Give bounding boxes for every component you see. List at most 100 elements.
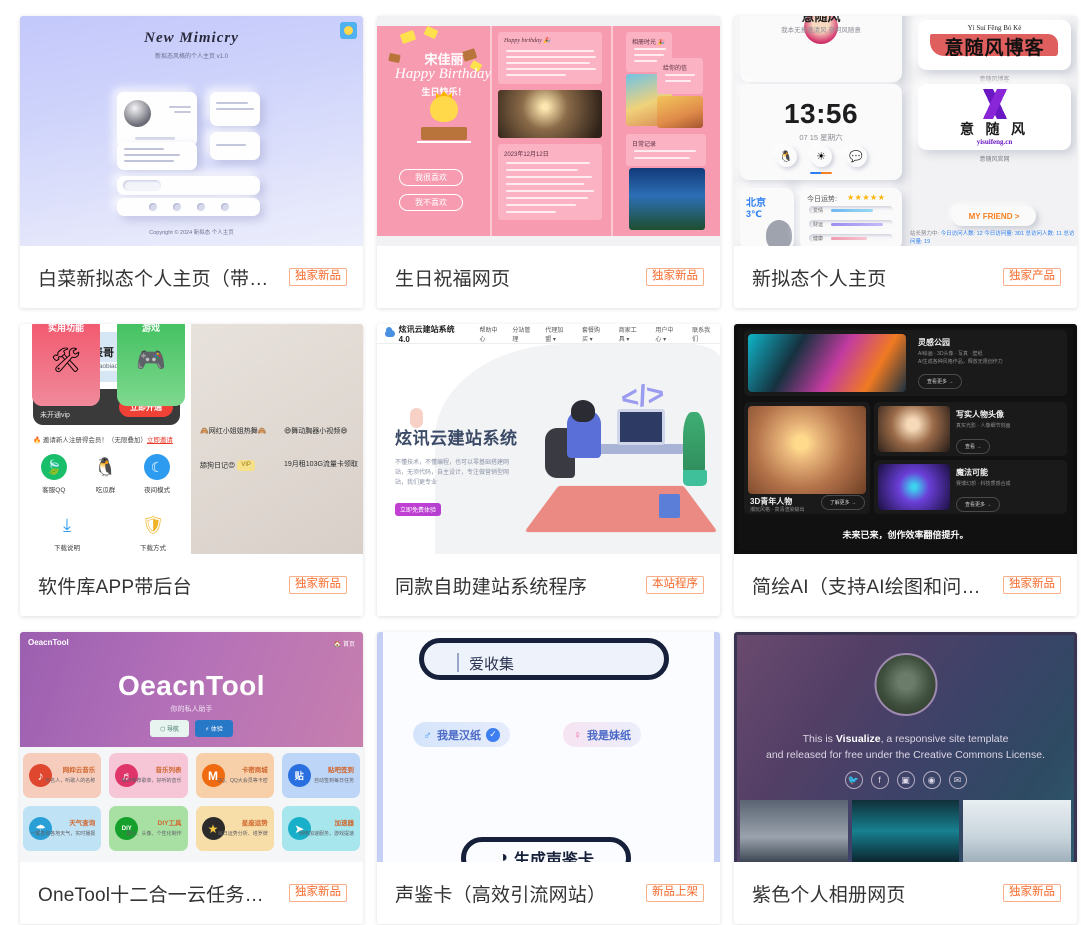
thumbnail-app-library[interactable]: 大表哥 ID: daobiaoge VIP状态： 未开通vip 立即开通 🔥 邀… bbox=[20, 324, 363, 554]
tool-card[interactable]: M 卡密商城 QQ、QQ大会员等卡密 bbox=[195, 753, 274, 798]
thumbnail-ai-gallery[interactable]: 灵感公园 AI绘画 · 3D头像 · 写真 · 壁纸 AI生成各种风格作品，释放… bbox=[734, 324, 1077, 554]
thumbnail-birthday[interactable]: 宋佳丽 Happy Birthday 生日快乐！ 我很喜欢 我不喜欢 Happy… bbox=[377, 16, 720, 246]
thumb-subheading: 新拟态风格的个人主页 v1.0 bbox=[154, 54, 228, 60]
tile-games[interactable]: 游戏 🎮 bbox=[117, 324, 185, 406]
product-card[interactable]: 爱收集 ♂ 我是汉纸 ✓ ♀ 我是妹纸 ◑ 生成声鉴卡 声鉴卡（高效引流网站） … bbox=[377, 632, 720, 924]
gallery-photo[interactable] bbox=[740, 800, 848, 862]
tagline-suffix: , a responsive site template bbox=[880, 733, 1009, 745]
night-mode-item[interactable]: ☾ 夜间模式 bbox=[134, 454, 180, 494]
product-card[interactable]: 灵感公园 AI绘画 · 3D头像 · 写真 · 壁纸 AI生成各种风格作品，释放… bbox=[734, 324, 1077, 616]
gender-option-male[interactable]: ♂ 我是汉纸 ✓ bbox=[413, 722, 510, 747]
text-line bbox=[124, 154, 180, 156]
star-rating: ★★★★★ bbox=[847, 193, 886, 202]
product-card[interactable]: 意随风 我本无意逐清风 奈何风随意 13:56 07 15 星期六 🐧 ☀ 💬 … bbox=[734, 16, 1077, 308]
nav-item[interactable]: 代理加盟 ▾ bbox=[545, 325, 569, 343]
sun-icon[interactable]: ☀ bbox=[810, 146, 832, 167]
wechat-icon[interactable]: 💬 bbox=[845, 146, 867, 167]
link-item[interactable]: 🙈网红小姐姐热舞🙈 bbox=[200, 427, 276, 438]
product-card[interactable]: This is Visualize, a responsive site tem… bbox=[734, 632, 1077, 924]
generate-button[interactable]: ◑ 生成声鉴卡 bbox=[461, 837, 631, 862]
gallery-photo[interactable] bbox=[851, 800, 960, 862]
ai-art-image bbox=[748, 334, 906, 392]
vip-status: 未开通vip bbox=[40, 412, 70, 419]
thumbnail-yisuifeng[interactable]: 意随风 我本无意逐清风 奈何风随意 13:56 07 15 星期六 🐧 ☀ 💬 … bbox=[734, 16, 1077, 246]
facebook-icon[interactable]: f bbox=[870, 771, 889, 789]
product-card[interactable]: OeacnTool 🏠 首页 OeacnTool 你的私人助手 ⬡ 导航 ⚡ 体… bbox=[20, 632, 363, 924]
item-desc: 真实光影 · 人像细节刻画 bbox=[956, 423, 1011, 429]
tool-desc: 每日运势分析、塔罗牌 bbox=[217, 831, 268, 837]
service-qq-item[interactable]: 🍃 客服QQ bbox=[31, 454, 77, 494]
link-item[interactable]: 舔狗日记😍 VIP bbox=[200, 460, 260, 472]
nav-item[interactable]: 联系我们 bbox=[692, 325, 712, 343]
tool-card[interactable]: 贴 贴吧签到 自动签到每日任务 bbox=[281, 753, 360, 798]
link-item[interactable]: 😄舞动胸器小视频😄 bbox=[284, 427, 360, 438]
thumbnail-oeacntool[interactable]: OeacnTool 🏠 首页 OeacnTool 你的私人助手 ⬡ 导航 ⚡ 体… bbox=[20, 632, 363, 862]
right-panel bbox=[191, 324, 363, 554]
thumbnail-shengjianka[interactable]: 爱收集 ♂ 我是汉纸 ✓ ♀ 我是妹纸 ◑ 生成声鉴卡 bbox=[377, 632, 720, 862]
product-card[interactable]: 炫讯云建站系统 4.0 帮助中心 分站管理 代理加盟 ▾ 套餐购买 ▾ 商家工具… bbox=[377, 324, 720, 616]
tool-card[interactable]: ☂ 天气查询 一键查询各地天气，实时播报 bbox=[23, 806, 102, 851]
vip-badge: VIP bbox=[237, 460, 255, 471]
nav-item[interactable]: 商家工具 ▾ bbox=[619, 325, 643, 343]
dislike-button[interactable]: 我不喜欢 bbox=[399, 194, 463, 211]
twitter-icon[interactable]: 🐦 bbox=[844, 771, 863, 789]
item-button[interactable]: 查看更多 → bbox=[918, 374, 963, 389]
dribbble-icon[interactable]: ◉ bbox=[922, 771, 941, 789]
product-card[interactable]: New Mimicry 新拟态风格的个人主页 v1.0 Copyright © … bbox=[20, 16, 363, 308]
card-meta: OneTool十二合一云任务… 独家新品 bbox=[20, 862, 363, 924]
tool-card[interactable]: ♪ 网抑云音乐 无名人，听歌人的名称 bbox=[23, 753, 102, 798]
card-title: 声鉴卡（高效引流网站） bbox=[395, 884, 607, 906]
instagram-icon[interactable]: ▣ bbox=[896, 771, 915, 789]
mail-icon[interactable]: ✉ bbox=[948, 771, 967, 789]
dot-icon bbox=[148, 203, 157, 211]
download-info-item[interactable]: ⤓ 下载说明 bbox=[44, 512, 90, 553]
thumbnail-site-builder[interactable]: 炫讯云建站系统 4.0 帮助中心 分站管理 代理加盟 ▾ 套餐购买 ▾ 商家工具… bbox=[377, 324, 720, 554]
hero-title: 炫讯云建站系统 bbox=[395, 429, 518, 448]
product-card[interactable]: 大表哥 ID: daobiaoge VIP状态： 未开通vip 立即开通 🔥 邀… bbox=[20, 324, 363, 616]
photo bbox=[629, 168, 705, 230]
note-heading: 相册时光 🎉 bbox=[632, 40, 666, 46]
qq-group-item[interactable]: 🐧 吃瓜群 bbox=[82, 454, 128, 495]
thumbnail-new-mimicry[interactable]: New Mimicry 新拟态风格的个人主页 v1.0 Copyright © … bbox=[20, 16, 363, 246]
footer-stats: 站长努力中: 今日访问人数: 12 今日访问量: 301 总访问人数: 11 总… bbox=[910, 230, 1075, 246]
thumb-footer: Copyright © 2024 新拟态 个人主页 bbox=[149, 230, 234, 236]
product-card[interactable]: 宋佳丽 Happy Birthday 生日快乐！ 我很喜欢 我不喜欢 Happy… bbox=[377, 16, 720, 308]
tool-card[interactable]: DIY DIY工具 图片、头像、个性化制作 bbox=[109, 806, 188, 851]
tool-desc: 图片、头像、个性化制作 bbox=[126, 831, 182, 837]
gender-option-female[interactable]: ♀ 我是妹纸 bbox=[563, 722, 641, 747]
item-button[interactable]: 查看 → bbox=[956, 439, 991, 454]
nav-item[interactable]: 帮助中心 bbox=[480, 325, 500, 343]
brand-version: 4.0 bbox=[398, 334, 410, 344]
like-button[interactable]: 我很喜欢 bbox=[399, 169, 463, 186]
gallery-mid-block: 魔法可能 赛博幻想 · 科技质感合成 查看更多 → bbox=[874, 460, 1067, 514]
penguin-icon[interactable]: 🐧 bbox=[775, 146, 797, 167]
nav-item[interactable]: 分站管理 bbox=[512, 325, 532, 343]
tool-card[interactable]: ♬ 音乐列表 每日推荐歌单，好听的音乐 bbox=[109, 753, 188, 798]
weather-city: 北京 bbox=[746, 198, 766, 209]
nav-item[interactable]: 用户中心 ▾ bbox=[655, 325, 679, 343]
invite-link[interactable]: 立即邀请 bbox=[147, 437, 173, 444]
link-item[interactable]: 19月租103G流量卡领取 bbox=[284, 460, 360, 471]
tool-card[interactable]: ➤ 加速器 网络加速服务，游戏提速 bbox=[281, 806, 360, 851]
try-button[interactable]: ⚡ 体验 bbox=[195, 720, 233, 737]
confetti bbox=[423, 25, 439, 40]
item-button[interactable]: 了解更多 → bbox=[820, 495, 865, 510]
thumbnail-visualize[interactable]: This is Visualize, a responsive site tem… bbox=[734, 632, 1077, 862]
profile-card: 意随风 我本无意逐清风 奈何风随意 bbox=[740, 16, 902, 82]
tile-utility[interactable]: 实用功能 🛠 bbox=[32, 324, 100, 406]
nav-button[interactable]: ⬡ 导航 bbox=[150, 720, 189, 737]
nav-item[interactable]: 套餐购买 ▾ bbox=[582, 325, 606, 343]
download-method-item[interactable]: 🛡 下载方式 bbox=[130, 512, 176, 553]
button-label: 生成声鉴卡 bbox=[513, 852, 594, 862]
accent-underline bbox=[810, 171, 832, 174]
tool-card[interactable]: ★ 星座运势 每日运势分析、塔罗牌 bbox=[195, 806, 274, 851]
hero-subtitle: 不懂技术，不懂编程，也可以零基础搭建网站，无须代码，自主设计，专注做营销型网站，… bbox=[395, 460, 510, 487]
tool-title: 加速器 bbox=[334, 820, 355, 827]
gallery-photo[interactable] bbox=[963, 800, 1072, 862]
hero-cta-button[interactable]: 立即免费体验 bbox=[395, 502, 441, 516]
my-friend-button[interactable]: MY FRIEND > bbox=[952, 206, 1036, 226]
name-input[interactable]: 爱收集 bbox=[419, 638, 669, 680]
icon-label: 下载方式 bbox=[140, 545, 166, 552]
home-nav-item[interactable]: 🏠 首页 bbox=[334, 639, 355, 648]
item-button[interactable]: 查看更多 → bbox=[956, 497, 1001, 512]
